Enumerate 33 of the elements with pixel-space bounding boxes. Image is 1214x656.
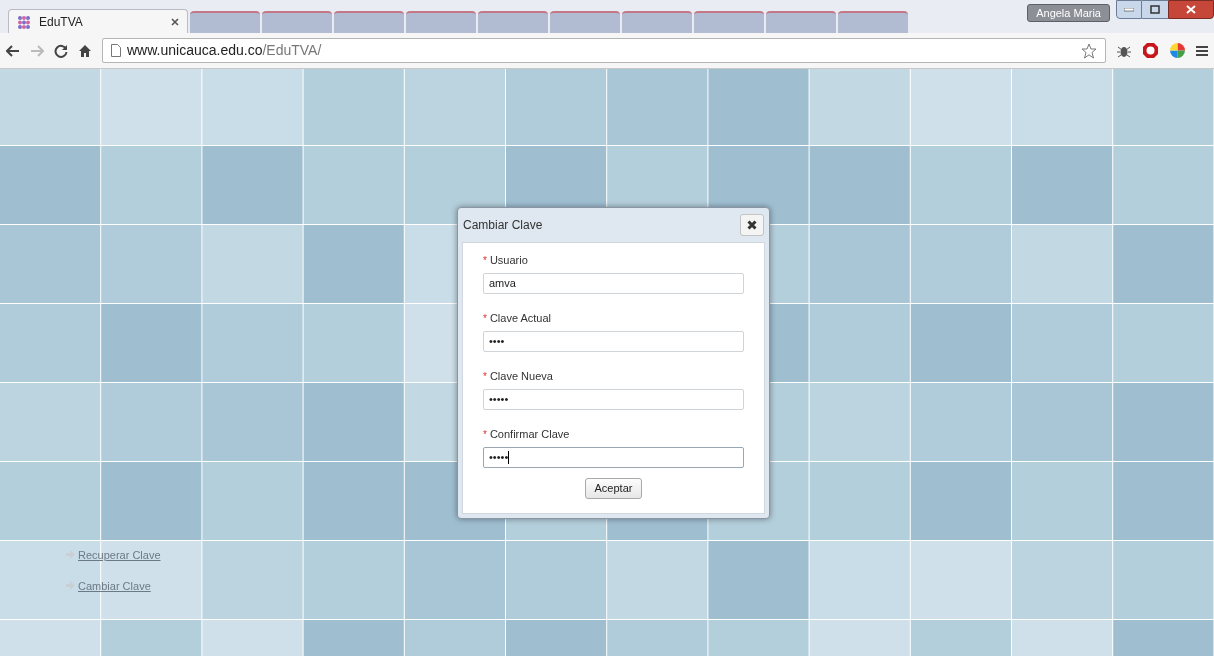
close-button[interactable] — [1168, 0, 1214, 19]
browser-tab[interactable]: EduTVA — [8, 9, 188, 33]
input-field[interactable]: ••••• — [483, 389, 744, 410]
minimize-icon — [1124, 7, 1134, 12]
close-icon — [747, 220, 757, 230]
dots-icon — [17, 14, 31, 29]
accept-button[interactable]: Aceptar — [584, 478, 643, 499]
star-icon[interactable] — [1081, 42, 1097, 59]
reload-icon[interactable] — [54, 43, 68, 58]
close-icon — [1186, 5, 1196, 14]
url-text: www.unicauca.edu.co/EduTVA/ — [127, 41, 323, 60]
back-icon[interactable] — [6, 44, 20, 57]
field-label: Confirmar Clave — [489, 426, 570, 442]
field-label: Usuario — [489, 252, 528, 268]
restore-icon — [1150, 5, 1160, 14]
input-field[interactable]: ••••• — [483, 447, 744, 468]
color-wheel-icon[interactable] — [1169, 42, 1186, 59]
field-label: Clave Actual — [489, 310, 552, 326]
required-mark: * — [483, 369, 487, 384]
minimize-button[interactable] — [1116, 0, 1142, 19]
required-mark: * — [483, 427, 487, 442]
menu-icon[interactable] — [1196, 44, 1208, 57]
required-mark: * — [483, 311, 487, 326]
required-mark: * — [483, 253, 487, 268]
dialog-title: Cambiar Clave — [463, 217, 543, 234]
home-icon[interactable] — [78, 43, 92, 58]
address-bar[interactable]: www.unicauca.edu.co/EduTVA/ — [102, 38, 1106, 63]
page-icon — [111, 44, 121, 57]
field-label: Clave Nueva — [489, 368, 553, 384]
input-field[interactable]: •••• — [483, 331, 744, 352]
maximize-button[interactable] — [1142, 0, 1168, 19]
close-icon[interactable] — [171, 17, 179, 26]
input-field[interactable]: amva — [483, 273, 744, 294]
